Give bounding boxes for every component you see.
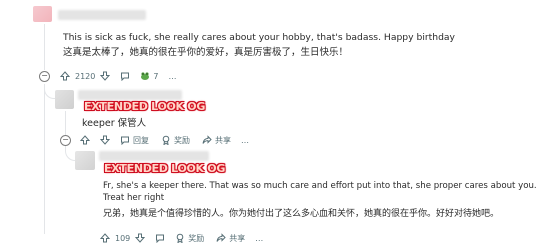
award-count: 7 — [153, 71, 159, 81]
award-icon — [162, 135, 170, 145]
upvote-icon[interactable] — [100, 233, 110, 243]
user-flair: EXTENDED LOOK OG — [104, 162, 226, 175]
share-icon — [202, 135, 212, 144]
comment-body-en: This is sick as fuck, she really cares a… — [63, 32, 455, 43]
username-blurred[interactable] — [78, 90, 182, 100]
more-options-icon[interactable]: … — [168, 72, 177, 81]
upvote-count: 109 — [115, 233, 131, 243]
upvote-icon[interactable] — [80, 135, 90, 145]
share-button[interactable]: 共享 — [216, 233, 245, 244]
award-label: 奖励 — [174, 135, 190, 145]
comment-body-en-line2: Treat her right — [103, 193, 165, 203]
comment-icon[interactable] — [120, 71, 130, 81]
username-blurred[interactable] — [99, 151, 209, 161]
avatar[interactable] — [75, 151, 95, 170]
share-icon — [216, 233, 226, 242]
share-label: 共享 — [215, 135, 231, 145]
downvote-icon[interactable] — [135, 233, 146, 243]
frog-award-icon[interactable] — [140, 71, 150, 81]
username-blurred[interactable] — [58, 10, 146, 20]
comment-body-cn: 兄弟，她真是个值得珍惜的人。你为她付出了这么多心血和关怀，她真的很在乎你。好好对… — [103, 209, 500, 219]
upvote-count: 2120 — [75, 71, 96, 81]
comment-body-en: Fr, she's a keeper there. That was so mu… — [103, 181, 537, 191]
comment-actions: 回复 奖励 共享 … — [80, 133, 250, 147]
user-flair: EXTENDED LOOK OG — [84, 100, 206, 113]
share-button[interactable]: 共享 — [202, 135, 231, 146]
award-button[interactable]: 奖励 — [161, 135, 190, 146]
more-options-icon[interactable]: … — [241, 136, 250, 145]
award-label: 奖励 — [188, 233, 205, 243]
collapse-icon[interactable]: − — [60, 135, 71, 146]
reply-button[interactable] — [155, 233, 165, 243]
upvote-icon[interactable] — [60, 71, 70, 81]
reply-button[interactable]: 回复 — [120, 135, 149, 146]
share-label: 共享 — [229, 233, 246, 243]
comment-icon — [156, 234, 165, 243]
downvote-icon[interactable] — [100, 135, 110, 145]
comment-body-cn: 这真是太棒了，她真的很在乎你的爱好，真是厉害极了，生日快乐！ — [63, 47, 349, 58]
thread-line[interactable] — [44, 84, 45, 234]
more-options-icon[interactable]: … — [255, 234, 264, 243]
comment-body: keeper 保管人 — [82, 118, 147, 129]
avatar[interactable] — [55, 90, 74, 109]
reply-label: 回复 — [133, 135, 149, 145]
award-icon — [176, 233, 184, 243]
avatar[interactable] — [33, 6, 52, 22]
comment-actions: 2120 7 … — [60, 69, 177, 83]
collapse-icon[interactable]: − — [39, 71, 50, 82]
award-button[interactable]: 奖励 — [175, 233, 204, 244]
downvote-icon[interactable] — [100, 71, 111, 81]
comment-actions: 109 奖励 共享 … — [100, 231, 264, 245]
thread-branch — [44, 84, 55, 99]
thread-line[interactable] — [44, 24, 45, 70]
